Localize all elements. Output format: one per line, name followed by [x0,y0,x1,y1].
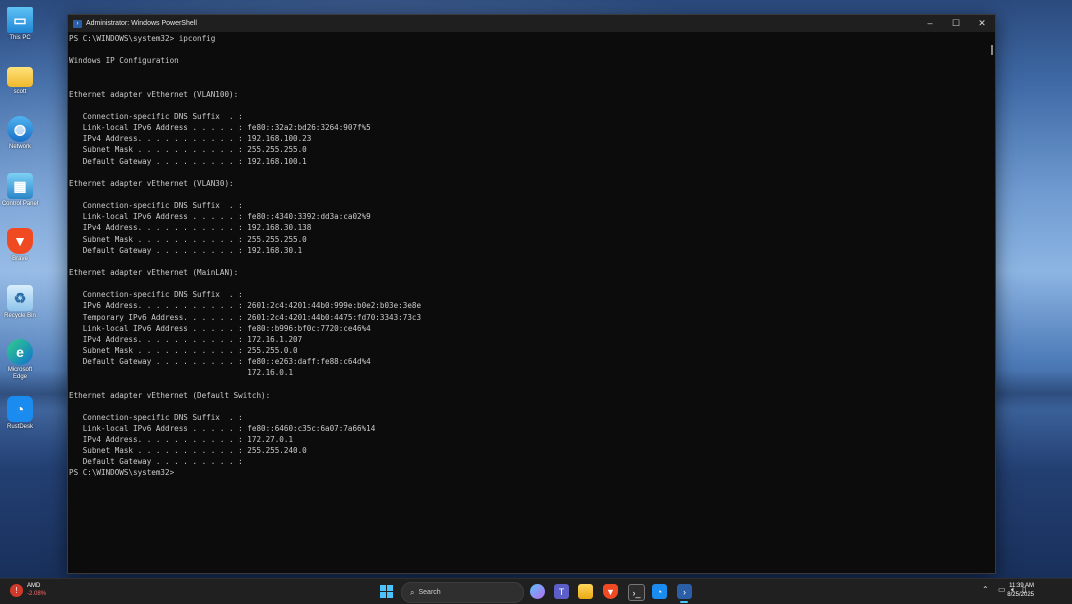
console-line: Ethernet adapter vEthernet (MainLAN): [69,267,239,277]
edge-icon: e [7,339,33,365]
control-panel-icon: ▦ [7,173,33,199]
system-clock[interactable]: 11:39 AM 8/25/2025 [1007,582,1034,600]
powershell-window[interactable]: › Administrator: Windows PowerShell – ☐ … [67,14,996,574]
desktop-icon-label: RustDesk [6,424,33,430]
desktop-icon-label: This PC [9,35,31,41]
scrollbar-thumb[interactable] [991,45,993,55]
console-line: IPv4 Address. . . . . . . . . . . : 172.… [69,435,294,445]
teams-icon[interactable]: T [554,584,569,599]
stock-alert-icon: ! [10,584,23,597]
console-line: IPv6 Address. . . . . . . . . . . : 2601… [69,301,422,311]
rustdesk-icon: ◔ [7,396,33,422]
console-line: Connection-specific DNS Suffix . : [69,201,243,211]
console-line: Link-local IPv6 Address . . . . . : fe80… [69,123,371,133]
console-line: 172.16.0.1 [69,368,294,378]
desktop-icon-label: Control Panel [1,201,39,207]
desktop-icon-edge[interactable]: e Microsoft Edge [0,339,40,381]
desktop-icon-brave[interactable]: ▼ Brave [0,228,40,263]
brave-taskbar-icon[interactable]: ▼ [603,584,618,599]
desktop-icon-label: Network [8,144,31,150]
recycle-bin-icon: ♻ [7,285,33,311]
console-line: IPv4 Address. . . . . . . . . . . : 192.… [69,223,312,233]
console-line: Link-local IPv6 Address . . . . . : fe80… [69,323,371,333]
console-line: Connection-specific DNS Suffix . : [69,111,243,121]
desktop-icon-rustdesk[interactable]: ◔ RustDesk [0,396,40,431]
console-line: PS C:\WINDOWS\system32> ipconfig [69,34,216,43]
monitor-icon: ▭ [7,7,33,33]
console-line: Link-local IPv6 Address . . . . . : fe80… [69,212,371,222]
window-titlebar[interactable]: › Administrator: Windows PowerShell – ☐ … [68,15,995,32]
console-line: Ethernet adapter vEthernet (Default Swit… [69,390,271,400]
console-line: Link-local IPv6 Address . . . . . : fe80… [69,423,376,433]
maximize-button[interactable]: ☐ [943,15,969,32]
windows-start-icon [380,585,393,598]
console-line: Default Gateway . . . . . . . . . : 192.… [69,245,303,255]
clock-time: 11:39 AM [1009,583,1034,589]
console-line: Subnet Mask . . . . . . . . . . . : 255.… [69,145,307,155]
console-line: Windows IP Configuration [69,56,179,66]
window-title: Administrator: Windows PowerShell [86,20,197,27]
console-line: Default Gateway . . . . . . . . . : fe80… [69,357,371,367]
desktop-icon-label: scott [13,89,27,95]
stock-change: -2.08% [27,591,47,597]
powershell-taskbar-icon[interactable]: › [677,584,692,599]
desktop-icon-label: Recycle Bin [4,313,36,319]
file-explorer-icon[interactable] [578,584,593,599]
desktop-icon-control-panel[interactable]: ▦ Control Panel [0,173,40,208]
console-line: Subnet Mask . . . . . . . . . . . : 255.… [69,345,298,355]
minimize-button[interactable]: – [917,15,943,32]
copilot-icon[interactable] [530,584,545,599]
console-line: Connection-specific DNS Suffix . : [69,412,243,422]
console-line: Default Gateway . . . . . . . . . : 192.… [69,156,307,166]
network-icon: ◍ [7,116,33,142]
console-line: Ethernet adapter vEthernet (VLAN100): [69,89,239,99]
console-line: IPv4 Address. . . . . . . . . . . : 172.… [69,334,303,344]
console-line: Default Gateway . . . . . . . . . : [69,457,243,467]
console-line: Subnet Mask . . . . . . . . . . . : 255.… [69,234,307,244]
brave-icon: ▼ [7,228,33,254]
desktop-icon-scott[interactable]: scott [0,63,40,96]
console-line: IPv4 Address. . . . . . . . . . . : 192.… [69,134,312,144]
rustdesk-taskbar-icon[interactable]: ◔ [652,584,667,599]
chevron-up-icon[interactable]: ⌃ [982,585,989,594]
start-button[interactable] [379,584,394,599]
console-line: Ethernet adapter vEthernet (VLAN30): [69,178,234,188]
console-output[interactable]: PS C:\WINDOWS\system32> ipconfig Windows … [69,33,987,571]
network-tray-icon[interactable]: ▭ [998,585,1006,594]
desktop-icon-label: Brave [12,256,28,262]
search-icon: ⌕ [410,587,415,597]
console-line: Connection-specific DNS Suffix . : [69,290,243,300]
console-line: Temporary IPv6 Address. . . . . . : 2601… [69,312,422,322]
taskbar-search[interactable]: ⌕ Search [401,582,524,603]
console-line: PS C:\WINDOWS\system32> [69,468,175,478]
close-button[interactable]: ✕ [969,15,995,32]
search-placeholder: Search [418,589,441,596]
desktop-icon-recycle-bin[interactable]: ♻ Recycle Bin [0,285,40,320]
desktop-icon-label: Microsoft Edge [7,367,33,380]
stock-name: AMD [27,583,41,589]
terminal-icon[interactable]: ›_ [628,584,645,601]
desktop-icon-this-pc[interactable]: ▭ This PC [0,7,40,42]
console-line: Subnet Mask . . . . . . . . . . . : 255.… [69,446,307,456]
folder-icon [7,67,33,87]
powershell-icon: › [73,19,82,28]
desktop-icon-network[interactable]: ◍ Network [0,116,40,151]
clock-date: 8/25/2025 [1007,592,1034,598]
taskbar: ! AMD -2.08% ⌕ Search T ▼ ›_ ◔ › ⌃ ▭ 🔈︎ … [0,578,1072,604]
